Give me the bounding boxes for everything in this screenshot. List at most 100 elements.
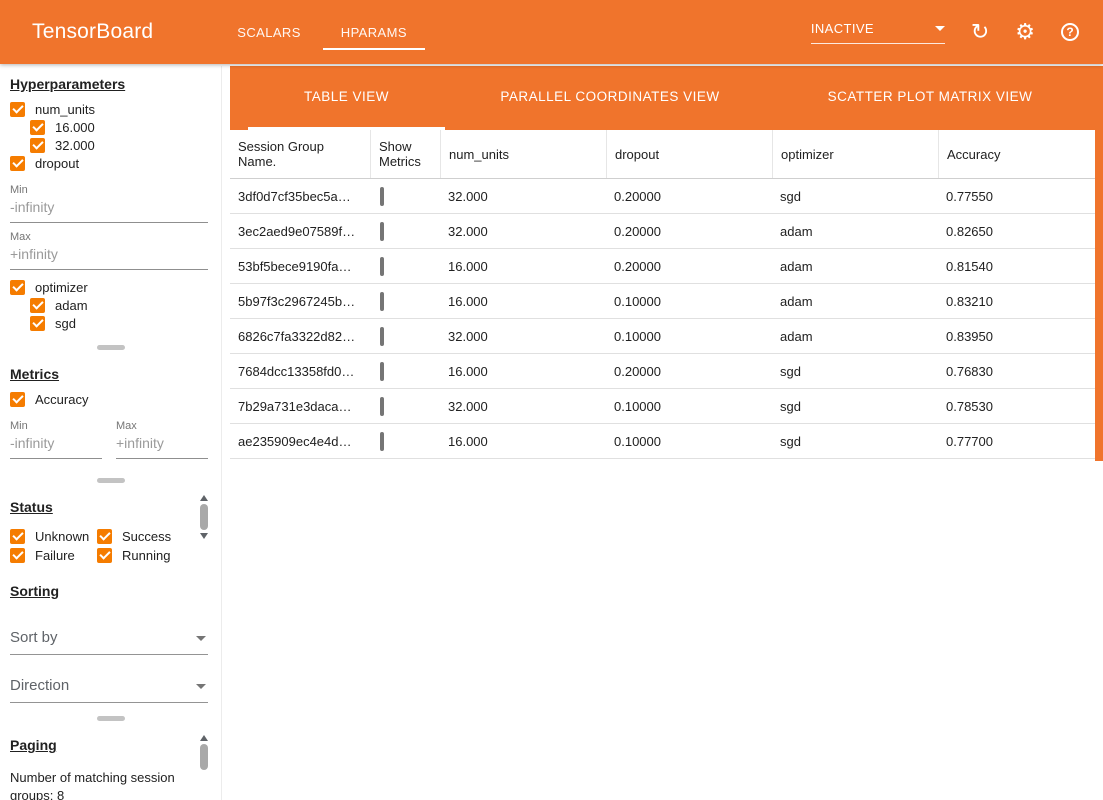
hparam-min-input[interactable] — [10, 196, 208, 223]
view-tabs: TABLE VIEW PARALLEL COORDINATES VIEW SCA… — [230, 66, 1103, 130]
checkbox-label: sgd — [55, 316, 76, 331]
sorting-title: Sorting — [10, 583, 59, 599]
show-metrics-checkbox[interactable] — [380, 257, 384, 276]
gear-icon[interactable]: ⚙ — [1015, 21, 1035, 43]
accuracy-value: 0.78530 — [938, 399, 1103, 414]
show-metrics-checkbox[interactable] — [380, 292, 384, 311]
app-header: TensorBoard SCALARS HPARAMS INACTIVE ↻ ⚙… — [0, 0, 1103, 64]
hparam-max-input[interactable] — [10, 243, 208, 270]
checkbox[interactable] — [97, 548, 112, 563]
checkbox-row-dropout[interactable]: dropout — [10, 154, 209, 172]
checkbox[interactable] — [10, 392, 25, 407]
section-resize-handle[interactable] — [97, 345, 125, 350]
main-content: TABLE VIEW PARALLEL COORDINATES VIEW SCA… — [230, 66, 1103, 800]
metric-max-label: Max — [116, 420, 208, 432]
show-metrics-checkbox[interactable] — [380, 432, 384, 451]
checkbox[interactable] — [10, 280, 25, 295]
reload-icon[interactable]: ↻ — [971, 21, 989, 43]
status-scrollbar[interactable] — [199, 495, 209, 539]
checkbox-label: Failure — [35, 548, 75, 563]
direction-dropdown[interactable]: Direction — [10, 655, 208, 703]
tab-parallel-coordinates-view[interactable]: PARALLEL COORDINATES VIEW — [460, 66, 760, 130]
dropout-value: 0.10000 — [606, 399, 772, 414]
table-row: 7b29a731e3daca… 32.000 0.10000 sgd 0.785… — [230, 389, 1103, 424]
checkbox[interactable] — [30, 298, 45, 313]
sort-by-dropdown[interactable]: Sort by — [10, 607, 208, 655]
help-icon[interactable]: ? — [1061, 23, 1079, 41]
checkbox-row-failure[interactable]: Failure — [10, 546, 97, 564]
checkbox-row-num-units[interactable]: num_units — [10, 100, 209, 118]
accuracy-value: 0.83210 — [938, 294, 1103, 309]
hyperparameters-section: Hyperparameters num_units 16.000 32.000 … — [0, 66, 221, 332]
top-nav-tabs: SCALARS HPARAMS — [219, 15, 425, 50]
num-units-value: 16.000 — [440, 434, 606, 449]
checkbox[interactable] — [10, 102, 25, 117]
paging-scrollbar[interactable] — [199, 735, 209, 770]
checkbox-row-optimizer[interactable]: optimizer — [10, 278, 209, 296]
checkbox[interactable] — [10, 156, 25, 171]
checkbox[interactable] — [30, 138, 45, 153]
table-right-edge — [1095, 130, 1103, 461]
num-units-value: 16.000 — [440, 364, 606, 379]
paging-section: Paging Number of matching session groups… — [0, 727, 221, 800]
checkbox-row-16[interactable]: 16.000 — [30, 118, 209, 136]
column-header-show-metrics[interactable]: Show Metrics — [370, 130, 440, 178]
paging-summary: Number of matching session groups: 8 — [10, 769, 192, 800]
metric-min-input[interactable] — [10, 432, 102, 459]
checkbox[interactable] — [30, 316, 45, 331]
direction-value: Direction — [10, 677, 69, 694]
optimizer-value: sgd — [772, 434, 938, 449]
scroll-up-icon[interactable] — [200, 735, 208, 741]
column-header-num-units[interactable]: num_units — [440, 130, 606, 178]
column-header-dropout[interactable]: dropout — [606, 130, 772, 178]
optimizer-value: adam — [772, 259, 938, 274]
scrollbar-thumb[interactable] — [200, 504, 208, 530]
checkbox-row-unknown[interactable]: Unknown — [10, 527, 97, 545]
tab-hparams[interactable]: HPARAMS — [323, 15, 425, 50]
column-header-session-group-name[interactable]: Session Group Name. — [230, 130, 370, 178]
optimizer-value: sgd — [772, 189, 938, 204]
tab-scatter-plot-matrix-view[interactable]: SCATTER PLOT MATRIX VIEW — [765, 66, 1095, 130]
tab-table-view[interactable]: TABLE VIEW — [248, 66, 445, 130]
checkbox-row-running[interactable]: Running — [97, 546, 184, 564]
header-right: INACTIVE ↻ ⚙ ? — [811, 21, 1079, 44]
column-header-accuracy[interactable]: Accuracy — [938, 130, 1103, 178]
status-dropdown[interactable]: INACTIVE — [811, 21, 945, 44]
optimizer-value: adam — [772, 224, 938, 239]
table-row: 3df0d7cf35bec5a… 32.000 0.20000 sgd 0.77… — [230, 179, 1103, 214]
section-resize-handle[interactable] — [97, 478, 125, 483]
checkbox-row-accuracy[interactable]: Accuracy — [10, 390, 209, 408]
show-metrics-checkbox[interactable] — [380, 362, 384, 381]
show-metrics-checkbox[interactable] — [380, 327, 384, 346]
metric-max-input[interactable] — [116, 432, 208, 459]
show-metrics-checkbox[interactable] — [380, 222, 384, 241]
tab-scalars[interactable]: SCALARS — [219, 15, 319, 50]
checkbox[interactable] — [10, 548, 25, 563]
checkbox-label: num_units — [35, 102, 95, 117]
session-group-name: 6826c7fa3322d82… — [230, 329, 370, 344]
session-group-name: ae235909ec4e4d… — [230, 434, 370, 449]
accuracy-value: 0.77700 — [938, 434, 1103, 449]
show-metrics-checkbox[interactable] — [380, 187, 384, 206]
scroll-up-icon[interactable] — [200, 495, 208, 501]
checkbox-label: Running — [122, 548, 170, 563]
checkbox-row-sgd[interactable]: sgd — [30, 314, 209, 332]
checkbox-row-32[interactable]: 32.000 — [30, 136, 209, 154]
scroll-down-icon[interactable] — [200, 533, 208, 539]
checkbox-row-adam[interactable]: adam — [30, 296, 209, 314]
accuracy-value: 0.82650 — [938, 224, 1103, 239]
column-header-optimizer[interactable]: optimizer — [772, 130, 938, 178]
scrollbar-thumb[interactable] — [200, 744, 208, 770]
checkbox[interactable] — [30, 120, 45, 135]
checkbox-row-success[interactable]: Success — [97, 527, 184, 545]
checkbox[interactable] — [97, 529, 112, 544]
sidebar: Hyperparameters num_units 16.000 32.000 … — [0, 66, 222, 800]
optimizer-value: adam — [772, 329, 938, 344]
show-metrics-checkbox[interactable] — [380, 397, 384, 416]
optimizer-value: adam — [772, 294, 938, 309]
checkbox[interactable] — [10, 529, 25, 544]
section-resize-handle[interactable] — [97, 716, 125, 721]
optimizer-value: sgd — [772, 399, 938, 414]
checkbox-label: 32.000 — [55, 138, 95, 153]
status-options: Unknown Success Failure Running — [10, 527, 209, 564]
